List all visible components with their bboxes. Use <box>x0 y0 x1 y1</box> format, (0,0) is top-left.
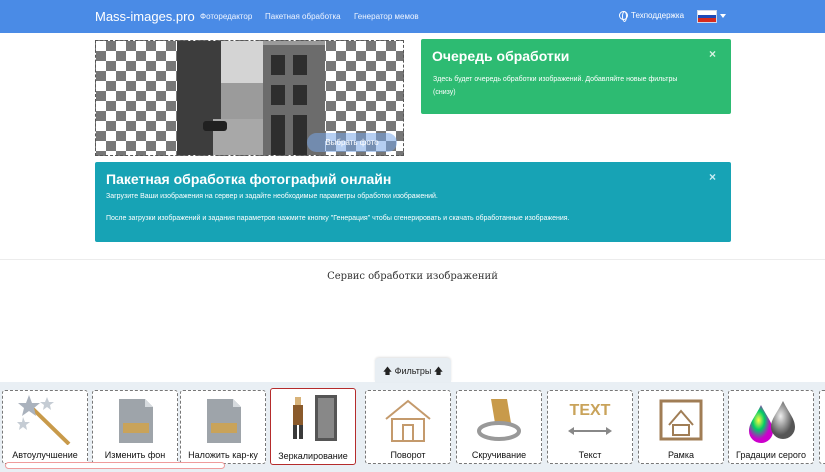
filters-tab-label: Фильтры <box>394 366 432 376</box>
support-link[interactable]: Техподдержка <box>619 11 685 22</box>
photo-thumbnail <box>177 41 325 155</box>
image-file-icon <box>207 399 241 443</box>
arrow-up-icon: 🡅 <box>382 366 393 376</box>
rotate-house-icon <box>385 399 431 442</box>
svg-text:TEXT: TEXT <box>570 402 611 419</box>
close-icon[interactable]: × <box>709 170 716 184</box>
divider <box>0 259 825 260</box>
filter-label: Изменить фон <box>104 450 166 460</box>
filter-change-background[interactable]: Изменить фон <box>92 390 178 464</box>
color-drops-icon <box>749 401 795 443</box>
brand-logo[interactable]: Mass-images.pro <box>95 9 195 24</box>
filter-text[interactable]: TEXT Текст <box>547 390 633 464</box>
queue-title: Очередь обработки <box>432 48 570 64</box>
filter-label: Автоулучшение <box>12 450 78 460</box>
filter-mirror[interactable]: Зеркалирование <box>270 388 356 465</box>
filter-grayscale[interactable]: Градации серого <box>728 390 814 464</box>
filter-label: Поворот <box>390 450 426 460</box>
info-text-line1: Загрузите Ваши изображения на сервер и з… <box>106 193 438 200</box>
filters-tab[interactable]: 🡅 Фильтры 🡅 <box>375 358 451 382</box>
processing-queue-panel: Очередь обработки Здесь будет очередь об… <box>421 39 731 114</box>
info-text-line2: После загрузки изображений и задания пар… <box>106 215 570 222</box>
filter-overlay-image[interactable]: Наложить кар-ку <box>180 390 266 464</box>
filter-auto-enhance[interactable]: Автоулучшение <box>2 390 88 464</box>
info-title: Пакетная обработка фотографий онлайн <box>106 171 392 187</box>
filter-rotate[interactable]: Поворот <box>365 390 451 464</box>
image-preview[interactable]: Выбрать фото <box>95 40 404 156</box>
filter-twist[interactable]: Скручивание <box>456 390 542 464</box>
mirror-icon <box>293 395 337 441</box>
frame-icon <box>659 399 703 441</box>
russian-flag-icon[interactable] <box>697 10 717 23</box>
filter-frame[interactable]: Рамка <box>638 390 724 464</box>
select-photo-button[interactable]: Выбрать фото <box>307 133 397 152</box>
text-icon: TEXT <box>568 402 612 435</box>
filter-label: Скручивание <box>471 450 527 460</box>
filter-label: Наложить кар-ку <box>188 450 258 460</box>
image-file-icon <box>119 399 153 443</box>
filter-label: Зеркалирование <box>278 451 348 461</box>
filter-partial[interactable] <box>819 390 825 464</box>
nav-link-photo-editor[interactable]: Фоторедактор <box>200 12 252 21</box>
filter-label: Рамка <box>667 450 695 460</box>
globe-icon <box>619 11 628 22</box>
support-label: Техподдержка <box>631 11 685 20</box>
chevron-down-icon[interactable] <box>720 14 726 18</box>
close-icon[interactable]: × <box>709 47 716 61</box>
arrow-up-icon: 🡅 <box>433 366 444 376</box>
nav-link-batch-processing[interactable]: Пакетная обработка <box>265 12 341 21</box>
horizontal-scrollbar[interactable] <box>5 462 225 469</box>
nav-link-meme-generator[interactable]: Генератор мемов <box>354 12 419 21</box>
batch-info-panel: Пакетная обработка фотографий онлайн Заг… <box>95 162 731 242</box>
filter-label: Градации серого <box>736 450 806 460</box>
twist-icon <box>477 399 521 441</box>
service-caption: Сервис обработки изображений <box>327 271 498 282</box>
navbar: Mass-images.pro Фоторедактор Пакетная об… <box>0 0 825 33</box>
magic-wand-icon <box>17 395 71 445</box>
queue-description: Здесь будет очередь обработки изображени… <box>433 76 678 96</box>
filter-label: Текст <box>578 450 602 460</box>
